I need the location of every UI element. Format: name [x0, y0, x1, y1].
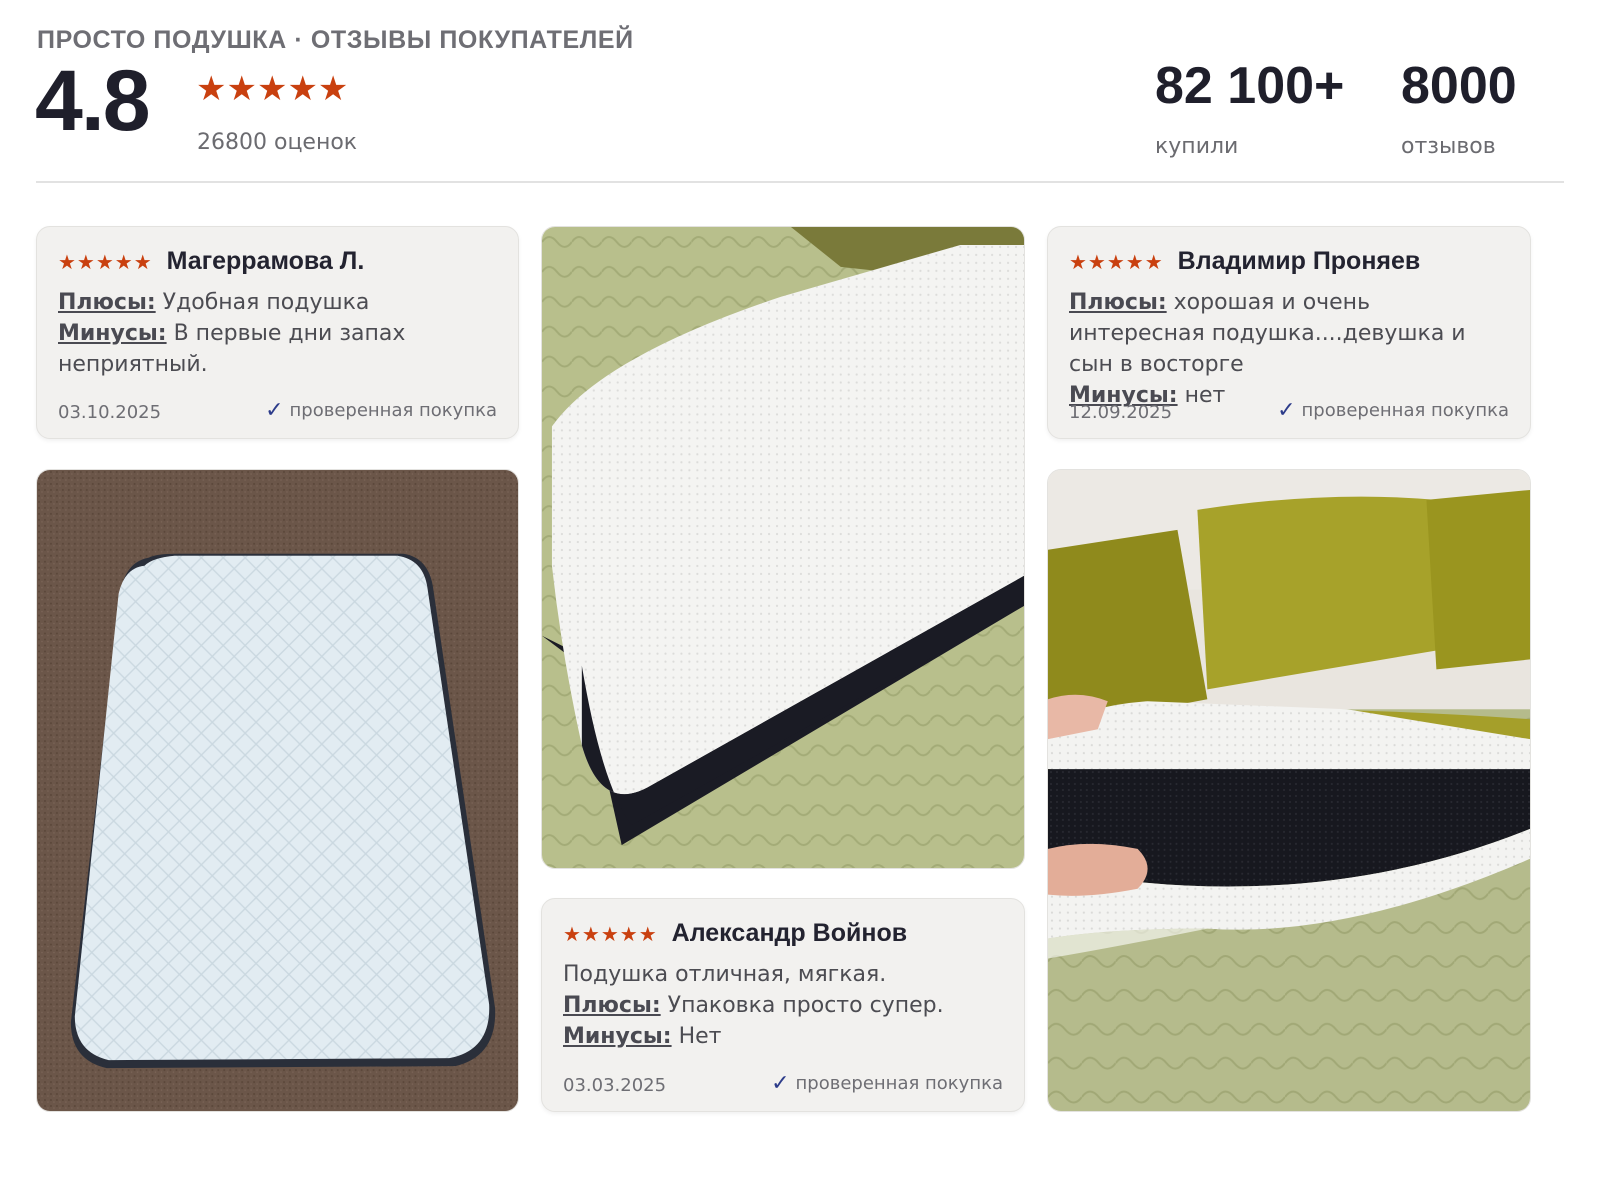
review-text: Плюсы: хорошая и очень интересная подушк… — [1069, 287, 1512, 411]
intro-text: Подушка отличная, мягкая. — [563, 962, 887, 987]
stat-reviews: 8000 отзывов — [1401, 60, 1517, 159]
review-stars-icon: ★★★★★ — [563, 921, 658, 946]
average-rating: 4.8 — [35, 53, 151, 149]
review-stars-icon: ★★★★★ — [58, 249, 153, 274]
verified-label: проверенная покупка — [289, 400, 497, 421]
pros-text: Удобная подушка — [162, 290, 370, 315]
pros-label: Плюсы: — [563, 993, 661, 1018]
verified-label: проверенная покупка — [795, 1073, 1003, 1094]
ratings-count: 26800 оценок — [197, 130, 358, 155]
review-author: Магеррамова Л. — [166, 247, 365, 275]
review-stars-icon: ★★★★★ — [1069, 249, 1164, 274]
verified-badge: ✓ проверенная покупка — [265, 398, 497, 423]
check-icon: ✓ — [1277, 398, 1296, 423]
stat-value: 8000 — [1401, 57, 1517, 115]
cons-label: Минусы: — [58, 321, 167, 346]
stat-bought: 82 100+ купили — [1155, 60, 1344, 159]
review-card: ★★★★★ Владимир Проняев Плюсы: хорошая и … — [1047, 226, 1531, 439]
header-divider — [36, 181, 1564, 183]
review-author: Владимир Проняев — [1177, 247, 1421, 275]
verified-badge: ✓ проверенная покупка — [771, 1071, 1003, 1096]
verified-badge: ✓ проверенная покупка — [1277, 398, 1509, 423]
review-text: Плюсы: Удобная подушка Минусы: В первые … — [58, 287, 500, 380]
stat-value: 82 100+ — [1155, 57, 1345, 115]
check-icon: ✓ — [771, 1071, 790, 1096]
pillow-on-bed-photo[interactable] — [541, 226, 1025, 869]
cons-text: нет — [1184, 383, 1226, 408]
review-date: 03.10.2025 — [58, 402, 162, 423]
check-icon: ✓ — [265, 398, 284, 423]
review-card: ★★★★★ Магеррамова Л. Плюсы: Удобная поду… — [36, 226, 519, 439]
rating-stars-icon: ★★★★★ — [196, 69, 349, 109]
pros-label: Плюсы: — [58, 290, 156, 315]
stat-label: отзывов — [1401, 134, 1496, 159]
cons-label: Минусы: — [563, 1024, 672, 1049]
pillow-held-in-hand-photo[interactable] — [1047, 469, 1531, 1112]
pros-label: Плюсы: — [1069, 290, 1167, 315]
review-card: ★★★★★ Александр Войнов Подушка отличная,… — [541, 898, 1025, 1112]
verified-label: проверенная покупка — [1301, 400, 1509, 421]
review-text: Подушка отличная, мягкая. Плюсы: Упаковк… — [563, 959, 1006, 1052]
review-date: 12.09.2025 — [1069, 402, 1173, 423]
brand-line: ПРОСТО ПОДУШКА · ОТЗЫВЫ ПОКУПАТЕЛЕЙ — [37, 26, 634, 54]
cons-text: Нет — [678, 1024, 722, 1049]
review-date: 03.03.2025 — [563, 1075, 667, 1096]
review-author: Александр Войнов — [671, 919, 908, 947]
pillow-on-carpet-photo[interactable] — [36, 469, 519, 1112]
pros-text: Упаковка просто супер. — [667, 993, 944, 1018]
stat-label: купили — [1155, 134, 1239, 159]
